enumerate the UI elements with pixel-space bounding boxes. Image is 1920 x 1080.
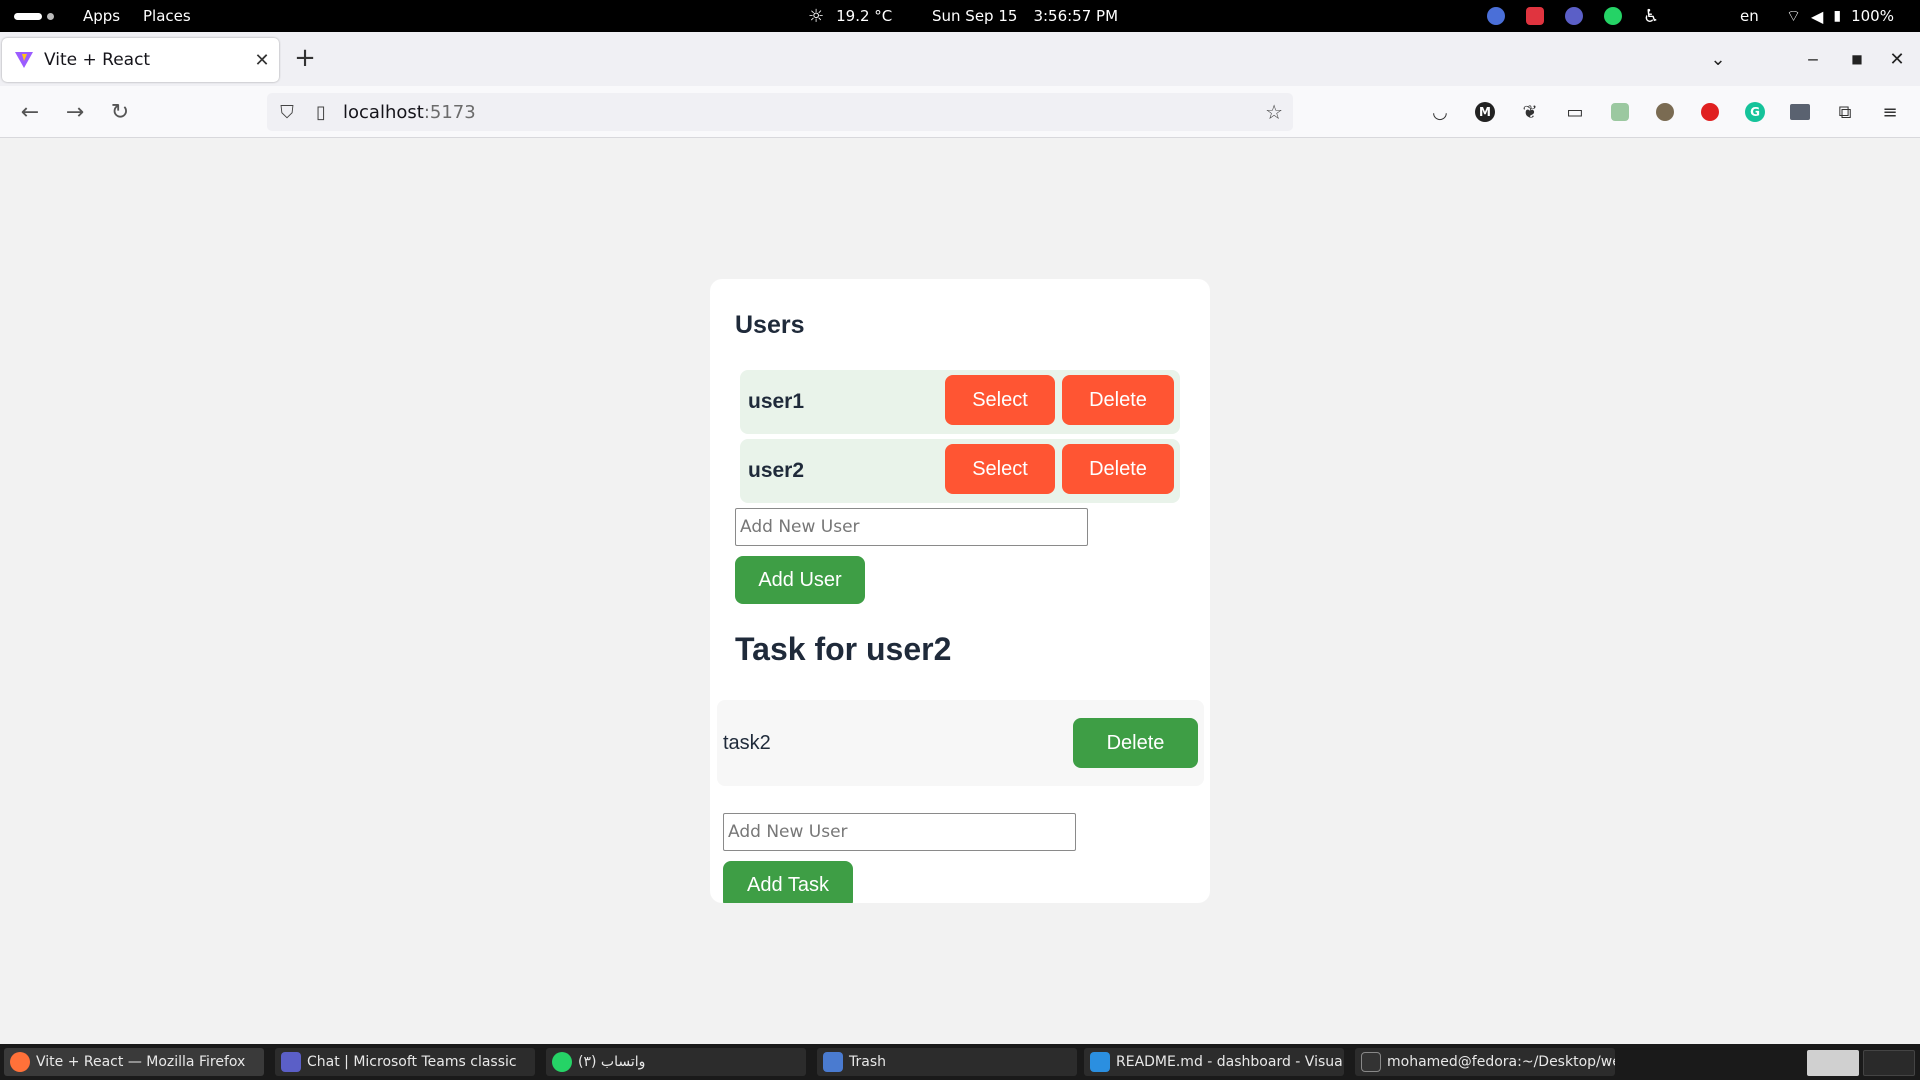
status-menu[interactable]: ⌔ ◀ ▮ 100% (1786, 0, 1894, 32)
select-user-button[interactable]: Select (945, 444, 1055, 494)
add-task-input[interactable] (723, 813, 1076, 851)
battery-label: 100% (1851, 7, 1894, 25)
workspace-dot-icon (47, 12, 54, 20)
window-list-taskbar: Vite + React — Mozilla Firefox Chat | Mi… (0, 1044, 1920, 1080)
pocket-icon[interactable]: ◡ (1428, 100, 1452, 124)
extensions-puzzle-icon[interactable]: ⧉ (1833, 100, 1857, 124)
extension-screen-icon[interactable] (1788, 100, 1812, 124)
reload-icon[interactable]: ↻ (104, 96, 136, 128)
select-user-button[interactable]: Select (945, 375, 1055, 425)
user-row: user2 Select Delete (740, 439, 1180, 503)
close-window-icon[interactable]: ✕ (1877, 32, 1917, 86)
user-row: user1 Select Delete (740, 370, 1180, 434)
workspace-2[interactable] (1863, 1050, 1915, 1076)
task-heading: Task for user2 (735, 631, 952, 667)
taskbar-item-teams[interactable]: Chat | Microsoft Teams classic (275, 1048, 535, 1076)
tab-title: Vite + React (44, 50, 151, 70)
grammarly-icon[interactable]: G (1743, 100, 1767, 124)
browser-tab-strip: Vite + React ✕ + (0, 32, 1920, 86)
apps-menu[interactable]: Apps (83, 0, 120, 32)
vscode-icon (1090, 1052, 1110, 1072)
trash-icon (823, 1052, 843, 1072)
users-heading: Users (735, 311, 805, 339)
workspace-pill-icon (14, 12, 42, 20)
places-menu-label: Places (143, 7, 191, 25)
dashboard-card: Users user1 Select Delete user2 Select D… (710, 279, 1210, 903)
taskbar-item-terminal[interactable]: mohamed@fedora:~/Desktop/we... (1355, 1048, 1615, 1076)
taskbar-item-firefox[interactable]: Vite + React — Mozilla Firefox (4, 1048, 264, 1076)
taskbar-item-vscode[interactable]: README.md - dashboard - Visual ... (1084, 1048, 1344, 1076)
delete-user-button[interactable]: Delete (1062, 444, 1174, 494)
delete-task-button[interactable]: Delete (1073, 718, 1198, 768)
tray-app-icon[interactable] (1487, 7, 1505, 25)
page-viewport: Users user1 Select Delete user2 Select D… (0, 138, 1920, 1044)
sun-icon: ☼ (808, 5, 825, 27)
keyboard-layout[interactable]: en (1740, 0, 1759, 32)
date-label: Sun Sep 15 (932, 7, 1018, 25)
teams-icon (281, 1052, 301, 1072)
tracking-shield-icon[interactable]: ⛉ (275, 102, 299, 123)
task-name: task2 (723, 731, 771, 754)
url-port: :5173 (423, 101, 476, 123)
user-name: user1 (748, 390, 805, 413)
taskbar-item-label: (٣) واتساب (578, 1054, 646, 1070)
browser-nav-bar: ← → ↻ ⛉ ▯ localhost:5173 ☆ ◡ M ❦ ▭ G ⧉ ≡ (0, 86, 1920, 138)
taskbar-item-label: Chat | Microsoft Teams classic (307, 1054, 517, 1070)
extension-hedgehog-icon[interactable] (1653, 100, 1677, 124)
firefox-icon (10, 1052, 30, 1072)
apps-menu-label: Apps (83, 7, 121, 25)
page-info-icon[interactable]: ▯ (311, 102, 331, 123)
minimize-icon[interactable]: ‒ (1793, 32, 1833, 86)
extension-paw-icon[interactable]: ❦ (1518, 100, 1542, 124)
wifi-icon: ⌔ (1786, 6, 1802, 25)
url-host: localhost (343, 101, 424, 123)
clock[interactable]: Sun Sep 15 3:56:57 PM (932, 0, 1118, 32)
whatsapp-tray-icon[interactable] (1604, 7, 1622, 25)
delete-user-button[interactable]: Delete (1062, 375, 1174, 425)
extension-m-icon[interactable]: M (1473, 100, 1497, 124)
menu-hamburger-icon[interactable]: ≡ (1878, 100, 1902, 124)
system-tray: ♿ (1487, 0, 1659, 32)
close-tab-icon[interactable]: ✕ (245, 50, 279, 71)
forward-icon[interactable]: → (59, 96, 91, 128)
terminal-icon (1361, 1052, 1381, 1072)
clipboard-icon[interactable]: ▭ (1563, 100, 1587, 124)
extension-translate-icon[interactable] (1608, 100, 1632, 124)
browser-tab-active[interactable]: Vite + React ✕ (2, 38, 279, 82)
battery-icon: ▮ (1833, 8, 1842, 24)
workspace-1[interactable] (1807, 1050, 1859, 1076)
maximize-icon[interactable]: ■ (1837, 32, 1877, 86)
places-menu[interactable]: Places (143, 0, 191, 32)
add-user-button[interactable]: Add User (735, 556, 865, 604)
url-text: localhost:5173 (343, 102, 476, 123)
bookmark-star-icon[interactable]: ☆ (1265, 100, 1283, 124)
system-top-bar: Apps Places ☼ 19.2 °C Sun Sep 15 3:56:57… (0, 0, 1920, 32)
back-icon[interactable]: ← (14, 96, 46, 128)
taskbar-item-label: Trash (849, 1054, 886, 1070)
url-bar[interactable]: ⛉ ▯ localhost:5173 ☆ (267, 93, 1293, 131)
add-task-button[interactable]: Add Task (723, 861, 853, 903)
activities-indicator[interactable] (14, 0, 54, 32)
taskbar-item-label: Vite + React — Mozilla Firefox (36, 1054, 246, 1070)
tray-app-icon[interactable] (1526, 7, 1544, 25)
list-all-tabs-icon[interactable]: ⌄ (1698, 32, 1738, 86)
new-tab-icon[interactable]: + (289, 42, 321, 74)
time-label: 3:56:57 PM (1033, 7, 1119, 25)
weather-indicator[interactable]: ☼ 19.2 °C (808, 0, 892, 32)
extension-red-badge-icon[interactable] (1698, 100, 1722, 124)
taskbar-item-trash[interactable]: Trash (817, 1048, 1077, 1076)
accessibility-icon[interactable]: ♿ (1643, 6, 1659, 27)
volume-icon: ◀ (1811, 6, 1824, 26)
taskbar-item-label: mohamed@fedora:~/Desktop/we... (1387, 1054, 1615, 1070)
whatsapp-icon (552, 1052, 572, 1072)
add-user-input[interactable] (735, 508, 1088, 546)
vite-logo-icon (15, 52, 33, 68)
taskbar-item-whatsapp[interactable]: (٣) واتساب (546, 1048, 806, 1076)
taskbar-item-label: README.md - dashboard - Visual ... (1116, 1054, 1344, 1070)
task-row: task2 Delete (717, 700, 1204, 786)
language-label: en (1740, 7, 1759, 25)
user-name: user2 (748, 459, 805, 482)
temperature-label: 19.2 °C (836, 7, 893, 25)
teams-tray-icon[interactable] (1565, 7, 1583, 25)
